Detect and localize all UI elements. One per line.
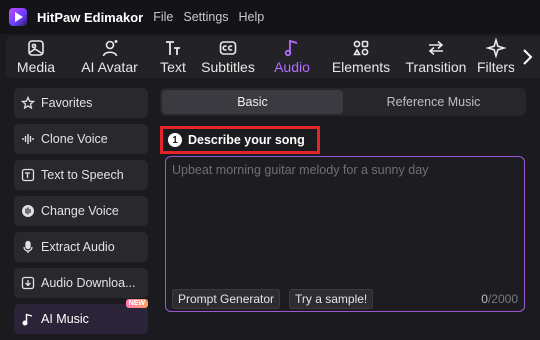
sidebar-item-ai-music[interactable]: AI Music NEW: [14, 299, 148, 334]
prompt-placeholder: Upbeat morning guitar melody for a sunny…: [172, 163, 429, 177]
sidebar-item-label: Clone Voice: [41, 132, 108, 146]
toolbar-transition-label: Transition: [405, 59, 467, 75]
sidebar-item-label: AI Music: [41, 312, 89, 326]
title-bar: HitPaw Edimakor File Settings Help: [0, 0, 540, 34]
main-toolbar: Media AI Avatar Text Subtitles Audio Ele…: [6, 36, 540, 78]
char-count: 0: [481, 292, 488, 306]
toolbar-media[interactable]: Media: [6, 36, 66, 78]
sidebar-item-audio-download[interactable]: Audio Downloa...: [14, 268, 148, 298]
subtitles-icon: [219, 41, 237, 55]
sidebar-item-favorites[interactable]: Favorites: [14, 88, 148, 118]
toolbar-text-label: Text: [160, 59, 186, 75]
download-icon: [21, 276, 35, 290]
sidebar-item-label: Change Voice: [41, 204, 119, 218]
sidebar-item-label: Audio Downloa...: [41, 276, 136, 290]
toolbar-elements[interactable]: Elements: [321, 36, 401, 78]
toolbar-text[interactable]: Text: [153, 36, 193, 78]
app-title: HitPaw Edimakor: [37, 9, 144, 25]
sidebar-item-extract-audio[interactable]: Extract Audio: [14, 232, 148, 262]
waveform-icon: [21, 132, 35, 146]
sidebar-item-label: Favorites: [41, 96, 93, 110]
toolbar-subtitles[interactable]: Subtitles: [193, 36, 263, 78]
toolbar-elements-label: Elements: [331, 59, 391, 75]
music-note-icon: [284, 39, 298, 57]
sidebar-item-label: Extract Audio: [41, 240, 115, 254]
new-badge: NEW: [125, 299, 148, 308]
step-label: Describe your song: [188, 133, 305, 147]
sidebar-item-text-to-speech[interactable]: Text to Speech: [14, 160, 148, 190]
toolbar-filters-label: Filters: [476, 59, 516, 75]
character-counter: 0/2000: [481, 292, 518, 306]
chevron-right-icon: [523, 49, 533, 65]
sidebar-item-change-voice[interactable]: Change Voice: [14, 196, 148, 226]
avatar-icon: [102, 40, 117, 57]
voice-change-icon: [21, 204, 35, 218]
star-icon: [21, 96, 35, 110]
toolbar-transition[interactable]: Transition: [401, 36, 471, 78]
text-speech-icon: [21, 168, 35, 182]
tab-basic[interactable]: Basic: [162, 90, 343, 114]
transition-icon: [428, 40, 444, 56]
music-mode-tabs: Basic Reference Music: [160, 88, 526, 116]
char-limit: /2000: [487, 292, 518, 306]
toolbar-scroll-right[interactable]: [514, 36, 540, 78]
toolbar-audio-label: Audio: [274, 59, 310, 75]
menu-help[interactable]: Help: [239, 10, 265, 24]
app-logo-icon: [9, 8, 27, 26]
sparkle-icon: [486, 38, 506, 58]
sidebar-item-clone-voice[interactable]: Clone Voice: [14, 124, 148, 154]
try-sample-button[interactable]: Try a sample!: [289, 289, 374, 309]
toolbar-subtitles-label: Subtitles: [201, 59, 255, 75]
menu-file[interactable]: File: [153, 10, 173, 24]
step-number-badge: 1: [168, 133, 182, 147]
sidebar-item-label: Text to Speech: [41, 168, 124, 182]
prompt-generator-button[interactable]: Prompt Generator: [172, 289, 281, 309]
toolbar-media-label: Media: [16, 59, 56, 75]
describe-song-heading: 1 Describe your song: [160, 126, 320, 154]
toolbar-audio[interactable]: Audio: [263, 36, 321, 78]
toolbar-ai-avatar-label: AI Avatar: [81, 59, 138, 75]
image-icon: [28, 40, 44, 56]
audio-sidebar: Favorites Clone Voice Text to Speech Cha…: [14, 88, 148, 340]
music-icon: [21, 312, 35, 326]
toolbar-ai-avatar[interactable]: AI Avatar: [66, 36, 153, 78]
microphone-icon: [21, 240, 35, 254]
text-icon: [166, 41, 180, 55]
menu-settings[interactable]: Settings: [183, 10, 228, 24]
tab-reference-music[interactable]: Reference Music: [343, 90, 524, 114]
elements-icon: [353, 40, 369, 56]
song-description-textarea[interactable]: Upbeat morning guitar melody for a sunny…: [165, 156, 525, 312]
